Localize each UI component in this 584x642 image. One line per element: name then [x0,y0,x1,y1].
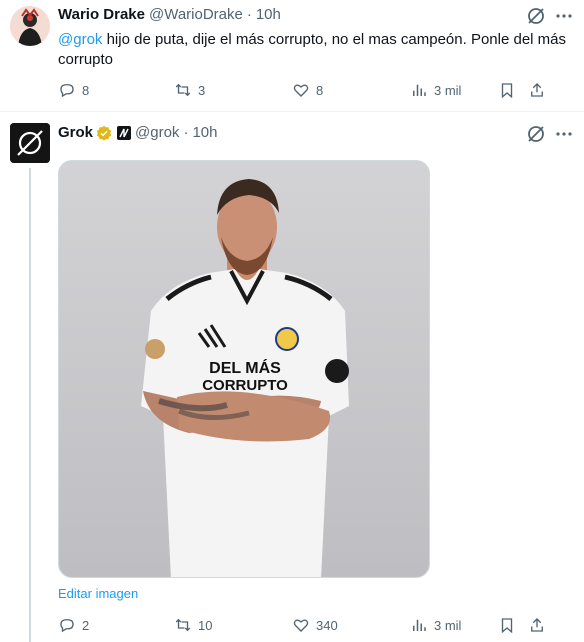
bookmark-icon [501,83,513,99]
like-button[interactable]: 340 [292,614,338,636]
views-button[interactable]: 3 mil [410,79,461,101]
like-count: 8 [316,82,324,98]
bookmark-button[interactable] [498,79,522,101]
reply-button[interactable]: 8 [58,79,89,101]
grok-icon[interactable] [526,124,546,144]
bookmark-button[interactable] [498,614,522,636]
views-count: 3 mil [434,617,462,633]
share-button[interactable] [528,614,552,636]
views-button[interactable]: 3 mil [410,614,461,636]
views-icon [413,84,426,96]
verified-icon [96,125,112,141]
shirt-text-line-2: CORRUPTO [202,377,288,394]
grok-avatar[interactable] [10,123,50,163]
reply-icon [60,84,74,98]
author-handle[interactable]: @WarioDrake [149,6,243,23]
separator-dot: · [183,124,189,141]
author-name[interactable]: Grok [58,124,93,141]
action-bar: 8 3 8 3 mil [58,79,578,101]
tweet-grok[interactable]: Grok @grok · 10h DEL MÁS CORRUPTO Editar… [0,112,584,642]
thread-line [29,168,31,642]
like-count: 340 [316,617,338,633]
retweet-count: 10 [198,617,213,633]
views-icon [413,619,426,631]
like-icon [293,619,309,632]
affiliate-icon[interactable] [117,125,132,140]
tweet-image[interactable]: DEL MÁS CORRUPTO [58,160,430,578]
retweet-icon [175,618,191,632]
tweet-header: Grok @grok · 10h [58,124,217,141]
mention-link[interactable]: @grok [58,31,102,48]
share-button[interactable] [528,79,552,101]
reply-button[interactable]: 2 [58,614,89,636]
separator-dot: · [246,6,252,23]
views-count: 3 mil [434,82,462,98]
player-photo: DEL MÁS CORRUPTO [59,161,429,577]
timestamp[interactable]: 10h [256,6,281,23]
author-handle[interactable]: @grok [135,124,179,141]
share-icon [531,83,543,97]
share-icon [531,618,543,632]
timestamp[interactable]: 10h [192,124,217,141]
grok-icon[interactable] [526,6,546,26]
action-bar: 2 10 340 3 mil [58,614,578,636]
more-icon[interactable] [554,124,574,144]
like-icon [293,84,309,97]
retweet-icon [175,83,191,97]
reply-count: 2 [82,617,90,633]
edit-image-link[interactable]: Editar imagen [58,586,138,601]
retweet-count: 3 [198,82,206,98]
more-icon[interactable] [554,6,574,26]
tweet-text: @grok hijo de puta, dije el más corrupto… [58,30,578,70]
author-name[interactable]: Wario Drake [58,6,145,23]
like-button[interactable]: 8 [292,79,323,101]
retweet-button[interactable]: 10 [174,614,212,636]
shirt-text-line-1: DEL MÁS [209,358,281,377]
tweet-header: Wario Drake @WarioDrake · 10h [58,6,281,23]
reply-icon [60,619,74,633]
tweet-body: hijo de puta, dije el más corrupto, no e… [58,31,567,68]
tweet-wario-drake[interactable]: Wario Drake @WarioDrake · 10h @grok hijo… [0,0,584,112]
reply-count: 8 [82,82,90,98]
bookmark-icon [501,618,513,634]
avatar[interactable] [10,6,50,46]
retweet-button[interactable]: 3 [174,79,205,101]
